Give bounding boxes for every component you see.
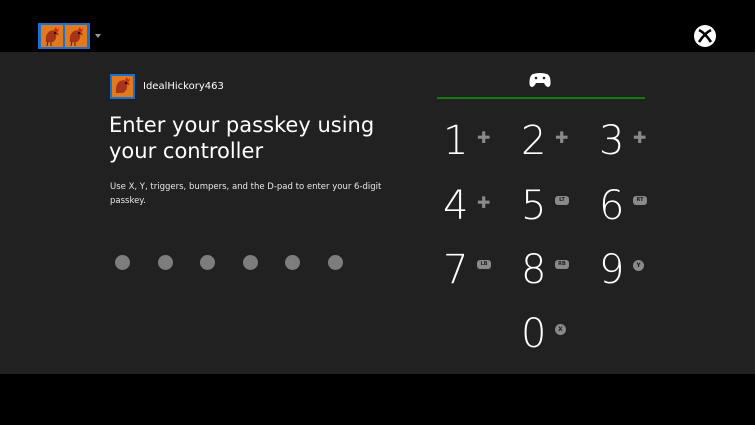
dpad-up-icon: ✚: [477, 128, 491, 147]
key-digit: 3: [599, 118, 625, 164]
bottom-bar: [0, 374, 755, 425]
key-digit: 9: [599, 247, 625, 293]
controller-icon: [529, 73, 551, 87]
passkey-dot: [157, 255, 173, 270]
gamertag: IdealHickory463: [143, 81, 224, 92]
key-3[interactable]: 3 ✚: [599, 113, 669, 163]
key-digit: 4: [443, 183, 469, 229]
user-identity: IdealHickory463: [110, 74, 224, 99]
title-line-1: Enter your passkey using: [109, 113, 375, 137]
rooster-gamerpic-icon: [41, 25, 63, 47]
dpad-down-icon: ✚: [633, 128, 647, 147]
top-bar: [0, 0, 755, 52]
rooster-gamerpic-icon: [65, 25, 87, 47]
chevron-down-icon: [95, 34, 101, 38]
avatar: [110, 74, 135, 99]
key-digit: 7: [443, 247, 469, 293]
title-line-2: your controller: [109, 139, 264, 163]
keypad-accent-divider: [437, 97, 645, 99]
key-digit: 1: [443, 118, 469, 164]
left-bumper-icon: LB: [477, 260, 491, 269]
key-2[interactable]: 2 ✚: [521, 113, 591, 163]
page-title: Enter your passkey using your controller: [109, 112, 399, 164]
passkey-dot: [200, 255, 215, 270]
right-trigger-icon: RT: [633, 196, 647, 205]
instructions-text: Use X, Y, triggers, bumpers, and the D-p…: [110, 182, 382, 206]
profile-switcher[interactable]: [38, 23, 101, 49]
passkey-dot: [115, 255, 130, 270]
key-6[interactable]: 6 RT: [599, 178, 669, 228]
dpad-left-icon: ✚: [477, 193, 491, 212]
passkey-dot: [327, 255, 343, 270]
x-button-icon: X: [555, 324, 566, 335]
key-5[interactable]: 5 LT: [521, 178, 591, 228]
key-8[interactable]: 8 RB: [521, 242, 591, 292]
passkey-progress: [115, 255, 370, 270]
dpad-right-icon: ✚: [555, 128, 569, 147]
gamerpic-group: [38, 23, 90, 49]
key-4[interactable]: 4 ✚: [443, 178, 513, 228]
key-9[interactable]: 9 Y: [599, 242, 669, 292]
xbox-logo-icon: [694, 25, 716, 47]
key-digit: 0: [521, 311, 547, 357]
passkey-dot: [242, 255, 258, 270]
key-1[interactable]: 1 ✚: [443, 113, 513, 163]
key-7[interactable]: 7 LB: [443, 242, 513, 292]
key-0[interactable]: 0 X: [521, 306, 591, 356]
key-digit: 8: [521, 247, 547, 293]
y-button-icon: Y: [633, 260, 644, 271]
key-digit: 6: [599, 183, 625, 229]
left-trigger-icon: LT: [555, 196, 569, 205]
right-bumper-icon: RB: [555, 260, 569, 269]
key-digit: 5: [521, 183, 547, 229]
passkey-dot: [285, 255, 300, 270]
key-digit: 2: [521, 118, 547, 164]
